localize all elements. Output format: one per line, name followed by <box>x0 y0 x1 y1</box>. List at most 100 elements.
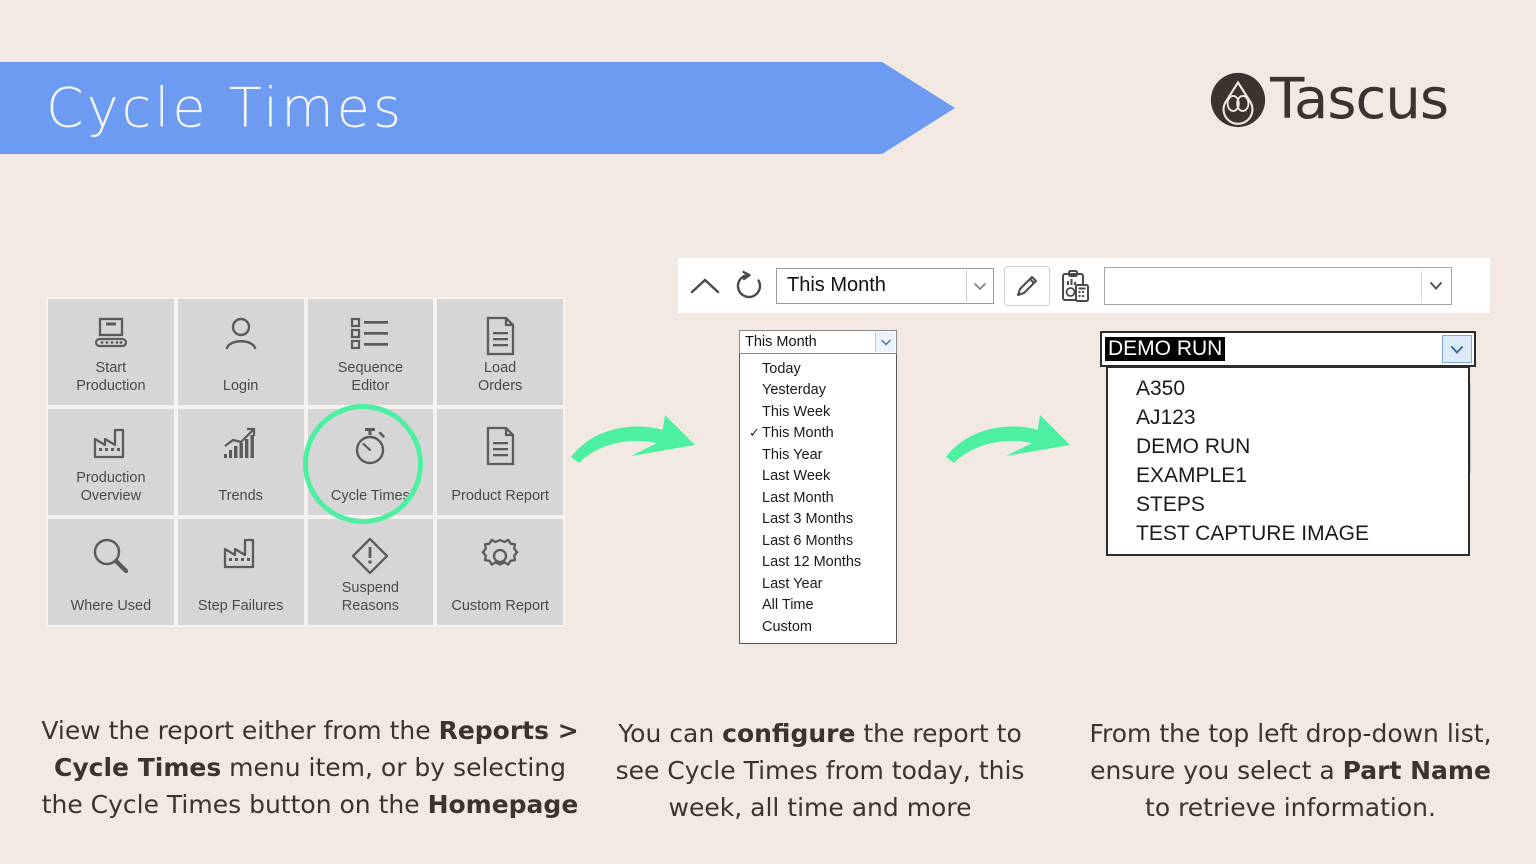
tile-label: Sequence Editor <box>338 359 403 395</box>
caption-bold: configure <box>722 719 856 748</box>
tile-label: Production Overview <box>76 469 145 505</box>
caption-two: You can configure the report to see Cycl… <box>600 715 1040 826</box>
period-option[interactable]: Last Month <box>740 487 896 509</box>
period-option[interactable]: Last 3 Months <box>740 509 896 531</box>
caption-bold: Homepage <box>427 790 579 819</box>
tile-custom-report[interactable]: Custom Report <box>437 519 563 625</box>
chevron-down-icon[interactable] <box>1442 335 1472 363</box>
flow-arrow-2 <box>946 415 1070 463</box>
tile-label-line1: Start <box>95 359 127 376</box>
curved-arrow-right-icon <box>946 415 1070 463</box>
part-option[interactable]: TEST CAPTURE IMAGE <box>1108 519 1468 548</box>
tile-label-line2: Orders <box>477 377 523 394</box>
tile-label: Load Orders <box>478 359 522 395</box>
toolbar-period-value: This Month <box>787 274 886 296</box>
part-dropdown-head[interactable]: DEMO RUN <box>1100 331 1476 367</box>
period-option-label: Last 3 Months <box>762 511 854 527</box>
period-dropdown-head[interactable]: This Month <box>739 330 897 354</box>
part-option-label: TEST CAPTURE IMAGE <box>1136 522 1369 545</box>
period-option-label: This Year <box>762 446 823 463</box>
caption-bold: Part Name <box>1342 756 1491 785</box>
part-option[interactable]: DEMO RUN <box>1108 432 1468 461</box>
period-option-label: Yesterday <box>762 382 826 398</box>
period-option[interactable]: Last Year <box>740 573 896 595</box>
period-option-label: This Month <box>762 425 834 441</box>
tile-label-line1: Suspend <box>341 579 399 596</box>
tile-label: Start Production <box>76 359 145 395</box>
chevron-down-icon[interactable] <box>875 332 895 352</box>
document-icon <box>486 316 515 356</box>
tile-label-line2: Editor <box>351 377 390 394</box>
edit-button[interactable] <box>1004 265 1050 306</box>
period-option-label: Today <box>762 360 801 377</box>
period-option[interactable]: All Time <box>740 595 896 617</box>
caption-text: View the report either from the <box>41 716 439 745</box>
period-option-selected[interactable]: ✓ This Month <box>740 423 896 445</box>
report-toolbar: This Month <box>678 258 1490 313</box>
chevron-down-icon[interactable] <box>1421 269 1449 302</box>
conveyor-box-icon <box>94 317 127 348</box>
toolbar-period-select[interactable]: This Month <box>776 267 994 304</box>
tile-label: Trends <box>218 487 263 504</box>
part-option[interactable]: AJ123 <box>1108 403 1468 432</box>
flow-arrow-1 <box>571 415 695 463</box>
period-option-label: Last 12 Months <box>762 554 862 570</box>
tile-start-production[interactable]: Start Production <box>48 299 174 405</box>
clipboard-report-icon <box>1062 269 1089 302</box>
caption-three: From the top left drop-down list, ensure… <box>1078 715 1503 826</box>
tile-cycle-times[interactable]: Cycle Times <box>307 409 434 515</box>
tile-production-overview[interactable]: Production Overview <box>48 409 174 515</box>
part-option[interactable]: EXAMPLE1 <box>1108 461 1468 490</box>
period-option-list: Today Yesterday This Week ✓ This Month T… <box>739 354 897 644</box>
brand-logo: Tascus <box>1210 72 1449 128</box>
period-option[interactable]: Last 12 Months <box>740 552 896 574</box>
period-option[interactable]: Today <box>740 358 896 380</box>
chevron-up-icon <box>690 277 720 293</box>
part-selected-value: DEMO RUN <box>1105 337 1226 361</box>
tile-label-line1: Sequence <box>337 359 404 376</box>
pencil-icon <box>1017 275 1037 296</box>
report-button[interactable] <box>1060 269 1090 303</box>
tile-suspend-reasons[interactable]: Suspend Reasons <box>307 519 434 625</box>
factory-icon <box>93 428 125 459</box>
factory-icon <box>223 538 254 569</box>
period-option[interactable]: Custom <box>740 616 896 638</box>
period-option[interactable]: Last 6 Months <box>740 530 896 552</box>
tile-step-failures[interactable]: Step Failures <box>177 519 304 625</box>
toolbar-part-combobox[interactable] <box>1104 266 1452 305</box>
stopwatch-icon <box>356 428 386 465</box>
period-selected-value: This Month <box>745 334 817 350</box>
tile-login[interactable]: Login <box>177 299 304 405</box>
collapse-button[interactable] <box>688 274 722 298</box>
period-option[interactable]: Yesterday <box>740 380 896 402</box>
tile-label-line2: Production <box>76 377 146 394</box>
period-option[interactable]: This Year <box>740 444 896 466</box>
refresh-button[interactable] <box>732 269 766 303</box>
user-icon <box>225 317 256 350</box>
period-option-label: This Week <box>762 403 831 420</box>
curved-arrow-right-icon <box>571 415 695 463</box>
tile-label-line2: Reasons <box>341 597 399 614</box>
period-option-label: All Time <box>762 597 814 613</box>
tile-label-line1: Load <box>483 359 517 376</box>
part-option[interactable]: STEPS <box>1108 490 1468 519</box>
magnifier-icon <box>93 538 129 574</box>
tile-where-used[interactable]: Where Used <box>48 519 174 625</box>
caption-text: You can <box>618 719 723 748</box>
tile-load-orders[interactable]: Load Orders <box>437 299 563 405</box>
tile-product-report[interactable]: Product Report <box>437 409 563 515</box>
tile-label: Where Used <box>70 597 152 614</box>
part-option[interactable]: A350 <box>1108 374 1468 403</box>
part-dropdown: DEMO RUN A350 AJ123 DEMO RUN EXAMPLE1 ST… <box>1100 331 1476 556</box>
tile-trends[interactable]: Trends <box>177 409 304 515</box>
chevron-down-icon <box>966 269 992 302</box>
refresh-icon <box>736 270 762 298</box>
tile-sequence-editor[interactable]: Sequence Editor <box>307 299 434 405</box>
warning-diamond-icon <box>352 537 389 575</box>
period-option[interactable]: Last Week <box>740 466 896 488</box>
period-option-label: Custom <box>762 618 812 635</box>
period-option-label: Last Month <box>762 489 834 506</box>
period-option[interactable]: This Week <box>740 401 896 423</box>
page-title: Cycle Times <box>46 76 405 140</box>
part-option-label: STEPS <box>1136 493 1205 516</box>
